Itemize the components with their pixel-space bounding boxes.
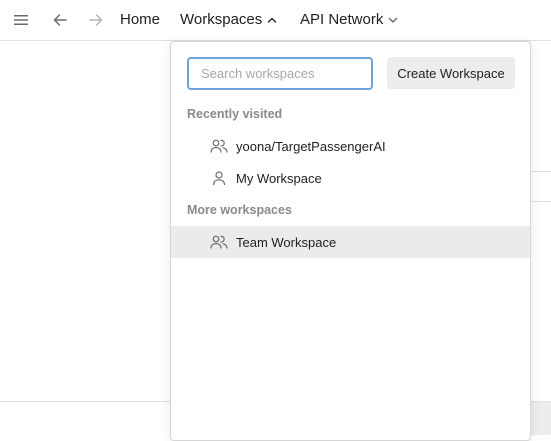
- arrow-left-icon[interactable]: [50, 10, 70, 30]
- nav-workspaces-label: Workspaces: [180, 11, 263, 28]
- workspace-item-my-workspace[interactable]: My Workspace: [171, 162, 530, 194]
- arrow-right-icon[interactable]: [86, 10, 106, 30]
- workspace-item-label: Team Workspace: [236, 234, 337, 250]
- workspaces-dropdown: Create Workspace Recently visited yoona/…: [170, 41, 531, 441]
- team-icon: [209, 232, 229, 252]
- nav-workspaces-menu[interactable]: Workspaces: [180, 10, 277, 30]
- recently-visited-heading: Recently visited: [187, 107, 283, 121]
- chevron-up-icon: [267, 10, 277, 30]
- top-nav-bar: Home Workspaces API Network: [0, 0, 551, 40]
- search-workspaces-input[interactable]: [187, 57, 373, 90]
- background-panel: [531, 402, 551, 435]
- person-icon: [209, 168, 229, 188]
- chevron-down-icon: [388, 10, 398, 30]
- nav-api-network-menu[interactable]: API Network: [300, 10, 398, 30]
- team-icon: [209, 136, 229, 156]
- workspace-item-label: My Workspace: [236, 170, 322, 186]
- nav-api-network-label: API Network: [300, 11, 384, 28]
- workspace-item-yoona-targetpassengerai[interactable]: yoona/TargetPassengerAI: [171, 130, 530, 162]
- background-divider: [531, 201, 551, 202]
- workspace-item-team-workspace[interactable]: Team Workspace: [171, 226, 530, 258]
- more-workspaces-heading: More workspaces: [187, 203, 292, 217]
- workspace-item-label: yoona/TargetPassengerAI: [236, 138, 386, 154]
- background-divider: [531, 171, 551, 172]
- nav-home-link[interactable]: Home: [120, 10, 160, 30]
- hamburger-icon[interactable]: [11, 11, 31, 29]
- create-workspace-button[interactable]: Create Workspace: [387, 57, 515, 89]
